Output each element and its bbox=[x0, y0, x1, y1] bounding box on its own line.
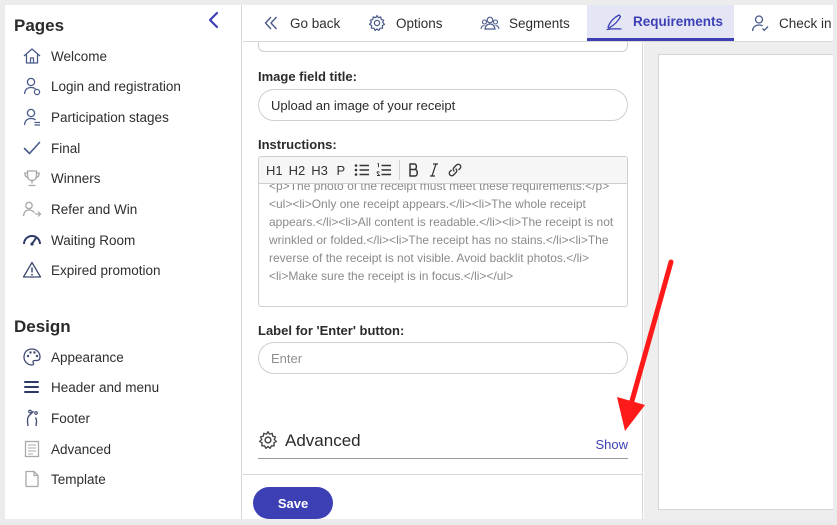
top-tab-bar: Go back Options Segments Requirements Ch… bbox=[243, 5, 833, 42]
h3-button[interactable]: H3 bbox=[308, 160, 331, 180]
link-icon[interactable] bbox=[444, 160, 466, 180]
sidebar-item-label: Template bbox=[51, 471, 106, 487]
sidebar-item-label: Participation stages bbox=[51, 109, 169, 125]
previous-field[interactable] bbox=[258, 42, 628, 52]
requirements-form: Image field title: Upload an image of yo… bbox=[243, 42, 643, 519]
gauge-icon bbox=[21, 229, 43, 251]
sidebar-item-refer-and-win[interactable]: Refer and Win bbox=[21, 196, 231, 222]
tab-check-in[interactable]: Check in bbox=[750, 5, 832, 41]
h1-button[interactable]: H1 bbox=[263, 160, 286, 180]
refer-icon bbox=[21, 198, 43, 220]
preview-card bbox=[658, 54, 833, 510]
sidebar-item-footer[interactable]: Footer bbox=[21, 405, 231, 431]
advanced-show-link[interactable]: Show bbox=[595, 437, 628, 452]
sidebar-item-label: Footer bbox=[51, 410, 91, 426]
sidebar-item-winners[interactable]: Winners bbox=[21, 165, 231, 191]
sidebar-item-label: Waiting Room bbox=[51, 232, 136, 248]
sidebar-item-participation-stages[interactable]: Participation stages bbox=[21, 104, 231, 130]
tab-label: Go back bbox=[290, 15, 341, 31]
tab-label: Segments bbox=[509, 15, 570, 31]
gear-icon bbox=[258, 430, 280, 452]
tab-options[interactable]: Options bbox=[367, 5, 443, 41]
sidebar-item-label: Header and menu bbox=[51, 379, 160, 395]
check-in-icon bbox=[750, 13, 770, 33]
instructions-editor: H1 H2 H3 P <p>The photo of the receipt m… bbox=[258, 156, 628, 307]
users-icon bbox=[480, 13, 500, 33]
check-icon bbox=[21, 137, 43, 159]
sidebar-item-advanced[interactable]: Advanced bbox=[21, 436, 231, 462]
footer-icon bbox=[21, 407, 43, 429]
editor-toolbar: H1 H2 H3 P bbox=[259, 157, 627, 184]
requirements-icon bbox=[604, 12, 624, 32]
sidebar-item-waiting-room[interactable]: Waiting Room bbox=[21, 227, 231, 253]
h2-button[interactable]: H2 bbox=[286, 160, 309, 180]
warning-icon bbox=[21, 259, 43, 281]
instructions-label: Instructions: bbox=[258, 137, 337, 152]
tab-label: Requirements bbox=[633, 14, 724, 29]
tab-label: Check in bbox=[779, 15, 832, 31]
advanced-title: Advanced bbox=[285, 431, 361, 450]
advanced-icon bbox=[21, 438, 43, 460]
sidebar-item-label: Final bbox=[51, 140, 81, 156]
sidebar-item-label: Appearance bbox=[51, 349, 124, 365]
tab-segments[interactable]: Segments bbox=[480, 5, 570, 41]
sidebar-item-appearance[interactable]: Appearance bbox=[21, 344, 231, 370]
sidebar-item-label: Welcome bbox=[51, 48, 108, 64]
bullet-list-icon[interactable] bbox=[351, 160, 373, 180]
image-field-title-input[interactable]: Upload an image of your receipt bbox=[258, 89, 628, 121]
tab-requirements[interactable]: Requirements bbox=[587, 5, 734, 41]
user-icon bbox=[21, 106, 43, 128]
italic-icon[interactable] bbox=[424, 160, 444, 180]
pages-heading: Pages bbox=[14, 16, 65, 35]
gear-icon bbox=[367, 13, 387, 33]
sidebar-item-label: Winners bbox=[51, 170, 101, 186]
instructions-textarea[interactable]: <p>The photo of the receipt must meet th… bbox=[259, 184, 627, 306]
collapse-sidebar-icon[interactable] bbox=[205, 10, 223, 30]
sidebar-item-label: Expired promotion bbox=[51, 262, 161, 278]
bold-icon[interactable] bbox=[404, 160, 424, 180]
sidebar-item-template[interactable]: Template bbox=[21, 466, 231, 492]
form-footer: Save bbox=[243, 474, 642, 519]
enter-button-label-title: Label for 'Enter' button: bbox=[258, 323, 405, 338]
design-heading: Design bbox=[14, 317, 71, 336]
app-window: Pages Welcome Login and registration Par… bbox=[5, 5, 833, 519]
sidebar-item-label: Login and registration bbox=[51, 78, 181, 94]
sidebar: Pages Welcome Login and registration Par… bbox=[5, 5, 242, 519]
sidebar-item-header-and-menu[interactable]: Header and menu bbox=[21, 374, 231, 400]
palette-icon bbox=[21, 346, 43, 368]
sidebar-item-final[interactable]: Final bbox=[21, 135, 231, 161]
enter-button-label-input[interactable]: Enter bbox=[258, 342, 628, 374]
paragraph-button[interactable]: P bbox=[331, 160, 351, 180]
instructions-text: <p>The photo of the receipt must meet th… bbox=[269, 184, 614, 283]
numbered-list-icon[interactable] bbox=[373, 160, 395, 180]
tab-go-back[interactable]: Go back bbox=[261, 5, 340, 41]
toolbar-divider bbox=[398, 160, 400, 180]
tab-label: Options bbox=[396, 15, 443, 31]
trophy-icon bbox=[21, 167, 43, 189]
home-icon bbox=[21, 45, 43, 67]
user-icon bbox=[21, 75, 43, 97]
chevron-double-left-icon bbox=[261, 13, 281, 33]
sidebar-item-label: Refer and Win bbox=[51, 201, 138, 217]
image-field-title-label: Image field title: bbox=[258, 69, 357, 84]
template-icon bbox=[21, 468, 43, 490]
sidebar-item-expired-promotion[interactable]: Expired promotion bbox=[21, 257, 231, 283]
sidebar-item-label: Advanced bbox=[51, 441, 112, 457]
save-button[interactable]: Save bbox=[253, 487, 333, 519]
menu-icon bbox=[21, 376, 43, 398]
sidebar-item-login-registration[interactable]: Login and registration bbox=[21, 73, 231, 99]
sidebar-item-welcome[interactable]: Welcome bbox=[21, 43, 231, 69]
advanced-section-header: Advanced Show bbox=[258, 428, 628, 459]
